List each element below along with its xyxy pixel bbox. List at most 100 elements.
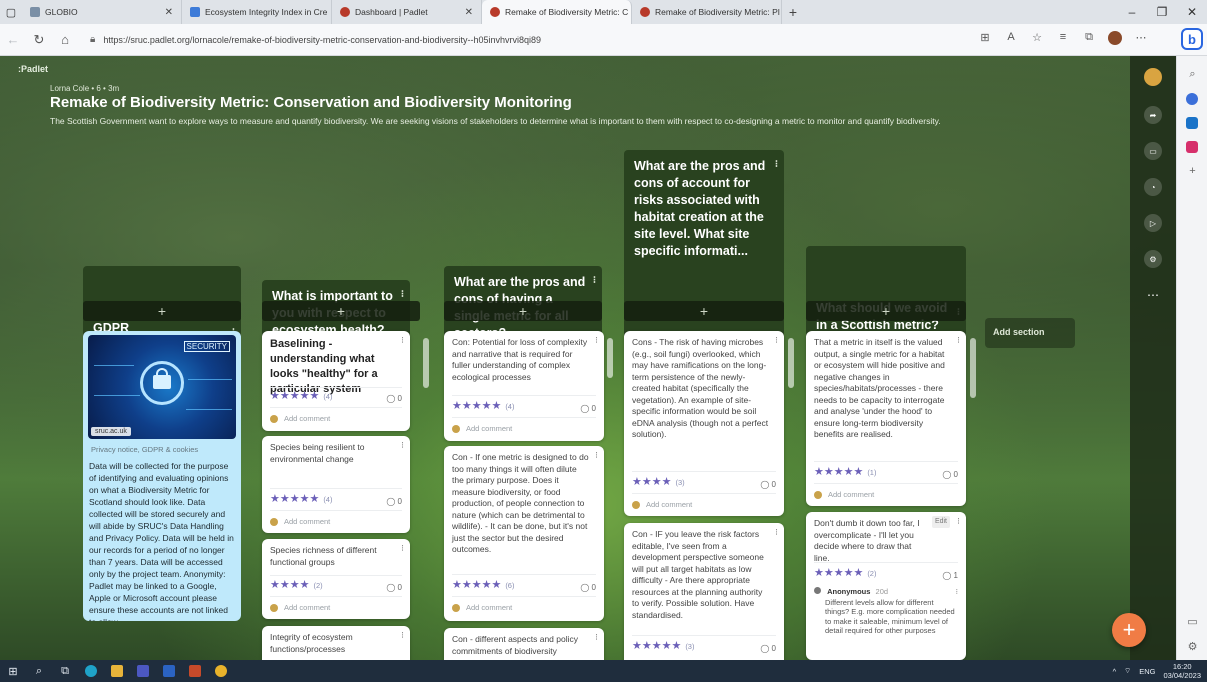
more-icon[interactable]: ⁝ (956, 586, 958, 598)
comment-count[interactable]: ◯ 0 (580, 403, 596, 415)
more-icon[interactable]: ⁝ (595, 335, 598, 347)
comment-count[interactable]: ◯ 0 (386, 582, 402, 594)
security-image[interactable]: SECURITY sruc.ac.uk (88, 335, 236, 439)
star-rating[interactable]: ★★★★★ (6) (452, 579, 514, 592)
comment-count[interactable]: ◯ 0 (580, 582, 596, 594)
more-icon[interactable]: ⋯ (1144, 286, 1162, 304)
settings-icon[interactable]: ⚙ (1177, 640, 1207, 653)
outlook-icon[interactable] (1186, 117, 1198, 129)
restore-icon[interactable]: ❐ (1147, 5, 1177, 19)
network-icon[interactable]: ⌔ (1124, 666, 1131, 676)
post-card[interactable]: ⁝ Con - If one metric is designed to do … (444, 446, 604, 621)
column-scrollbar[interactable] (607, 338, 613, 378)
language-indicator[interactable]: ENG (1139, 667, 1155, 676)
comment-count[interactable]: ◯ 0 (386, 393, 402, 405)
comment-count[interactable]: ◯ 0 (760, 643, 776, 655)
refresh-icon[interactable]: ↻ (26, 32, 52, 48)
split-screen-icon[interactable]: ▭ (1177, 615, 1207, 628)
share-icon[interactable]: ➦ (1144, 106, 1162, 124)
add-post-button[interactable]: + (624, 301, 784, 321)
more-icon[interactable]: ⁝ (775, 156, 778, 173)
star-rating[interactable]: ★★★★ (2) (270, 579, 323, 592)
browser-tab-1[interactable]: GLOBIO ✕ (22, 0, 182, 24)
settings-icon[interactable]: ⚙ (1144, 250, 1162, 268)
bing-icon[interactable]: b (1181, 28, 1203, 50)
post-card[interactable]: ⁝ Con: Potential for loss of complexity … (444, 331, 604, 441)
post-card[interactable]: ⁝ Integrity of ecosystem functions/proce… (262, 626, 410, 660)
slideshow-icon[interactable]: ▭ (1144, 142, 1162, 160)
add-comment[interactable]: Add comment (452, 423, 512, 435)
new-tab-button[interactable]: + (782, 4, 804, 20)
app-icon[interactable] (1186, 141, 1198, 153)
column-scrollbar[interactable] (423, 338, 429, 388)
comment-count[interactable]: ◯ 0 (760, 479, 776, 491)
add-post-button[interactable]: + (444, 301, 602, 321)
user-avatar[interactable] (1144, 68, 1162, 86)
browser-tab-5[interactable]: Remake of Biodiversity Metric: Pl ✕ (632, 0, 782, 24)
more-icon[interactable]: ⁝ (595, 450, 598, 462)
post-card[interactable]: ⁝ Con - different aspects and policy com… (444, 628, 604, 660)
more-icon[interactable]: ⁝ (401, 440, 404, 452)
close-icon[interactable]: ✕ (459, 7, 473, 18)
more-icon[interactable]: ⁝ (401, 630, 404, 642)
star-rating[interactable]: ★★★★★ (4) (452, 400, 514, 413)
close-icon[interactable]: ✕ (159, 7, 173, 18)
more-icon[interactable]: ⁝ (775, 527, 778, 539)
file-explorer-icon[interactable] (104, 660, 130, 682)
powerpoint-icon[interactable] (182, 660, 208, 682)
star-rating[interactable]: ★★★★★ (4) (270, 390, 332, 403)
padlet-logo[interactable]: :Padlet (18, 64, 48, 74)
privacy-link[interactable]: Privacy notice, GDPR & cookies (91, 445, 198, 454)
post-card[interactable]: ⁝ Baselining - understanding what looks … (262, 331, 410, 431)
star-rating[interactable]: ★★★★★ (1) (814, 466, 876, 479)
post-card[interactable]: ⁝ Species being resilient to environment… (262, 436, 410, 533)
more-icon[interactable]: ⁝ (593, 272, 596, 289)
add-comment[interactable]: Add comment (452, 602, 512, 614)
search-icon[interactable]: ⌕ (26, 660, 52, 682)
add-comment[interactable]: Add comment (814, 489, 874, 501)
add-post-button[interactable]: + (83, 301, 241, 321)
star-rating[interactable]: ★★★★★ (3) (632, 640, 694, 653)
more-icon[interactable]: ⁝ (401, 335, 404, 347)
close-window-icon[interactable]: ✕ (1177, 5, 1207, 19)
browser-tab-3[interactable]: Dashboard | Padlet ✕ (332, 0, 482, 24)
chrome-icon[interactable] (208, 660, 234, 682)
shopping-icon[interactable] (1186, 93, 1198, 105)
add-comment[interactable]: Add comment (270, 413, 330, 425)
url-field[interactable]: 🔒︎ https://sruc.padlet.org/lornacole/rem… (84, 29, 964, 51)
search-icon[interactable]: ⌕ (1177, 68, 1207, 81)
more-icon[interactable]: ⁝ (775, 335, 778, 347)
star-rating[interactable]: ★★★★★ (4) (270, 493, 332, 506)
edge-icon[interactable] (78, 660, 104, 682)
more-icon[interactable]: ⁝ (957, 516, 960, 528)
star-rating[interactable]: ★★★★★ (2) (814, 567, 876, 580)
windows-start-icon[interactable]: ⊞ (0, 660, 26, 682)
image-source[interactable]: sruc.ac.uk (91, 427, 131, 436)
post-card[interactable]: Edit ⁝ Don't dumb it down too far, I ove… (806, 512, 966, 660)
comment-count[interactable]: ◯ 0 (942, 469, 958, 481)
post-card[interactable]: ⁝ That a metric in itself is the valued … (806, 331, 966, 506)
gdpr-post[interactable]: SECURITY sruc.ac.uk Privacy notice, GDPR… (83, 331, 241, 621)
home-icon[interactable]: ⌂ (52, 32, 78, 47)
add-comment[interactable]: Add comment (632, 499, 692, 511)
post-card[interactable]: ⁝ Con - IF you leave the risk factors ed… (624, 523, 784, 660)
add-comment[interactable]: Add comment (270, 516, 330, 528)
column-header-avoid[interactable]: What should we avoid in a Scottish metri… (806, 246, 966, 344)
collections-icon[interactable]: ⧉ (1076, 31, 1102, 48)
more-icon[interactable]: ⁝ (401, 543, 404, 555)
notifications-icon[interactable]: ◔ (1144, 178, 1162, 196)
add-section-button[interactable]: Add section (985, 318, 1075, 348)
tray-chevron-icon[interactable]: ^ (1113, 667, 1117, 676)
task-view-icon[interactable]: ⧉ (52, 660, 78, 682)
play-icon[interactable]: ▷ (1144, 214, 1162, 232)
close-icon[interactable]: ✕ (780, 7, 781, 18)
edit-button[interactable]: Edit (931, 516, 950, 528)
add-post-fab[interactable]: + (1112, 613, 1146, 647)
browser-tab-4[interactable]: Remake of Biodiversity Metric: C ✕ (482, 0, 632, 24)
tab-actions-icon[interactable]: ▢ (0, 0, 22, 24)
add-icon[interactable]: + (1177, 165, 1207, 177)
word-icon[interactable] (156, 660, 182, 682)
column-scrollbar[interactable] (970, 338, 976, 398)
lock-icon[interactable]: 🔒︎ (90, 34, 95, 45)
read-aloud-icon[interactable]: A (998, 31, 1024, 48)
